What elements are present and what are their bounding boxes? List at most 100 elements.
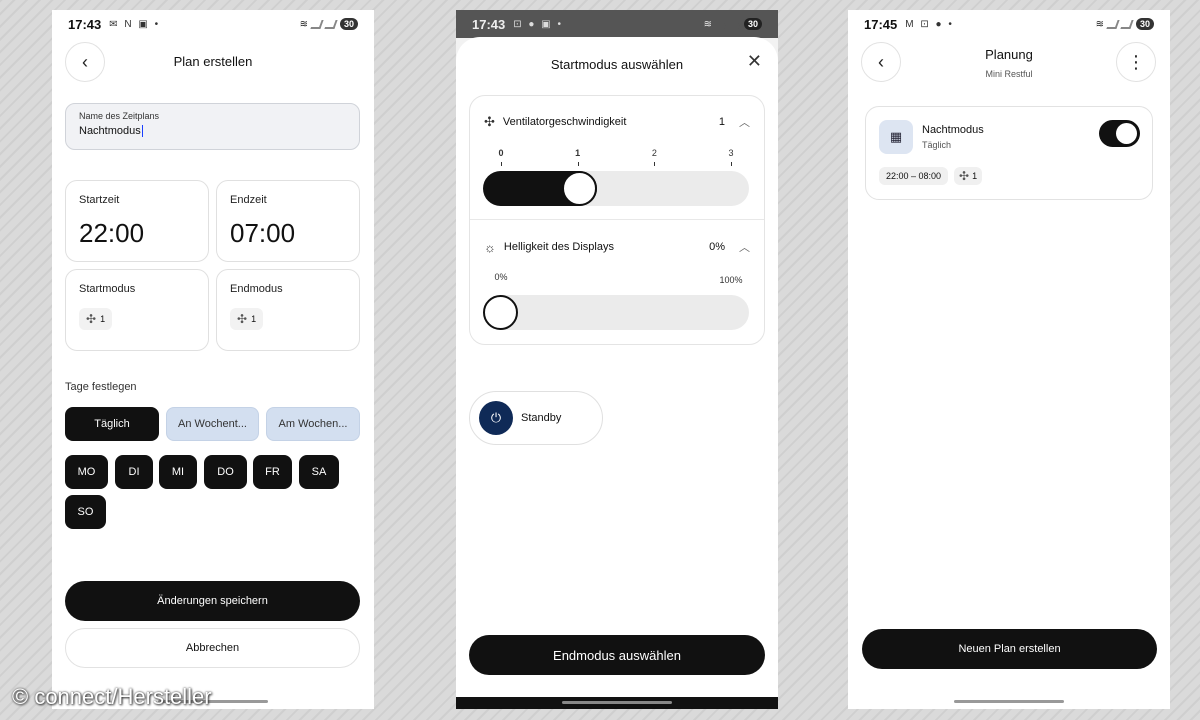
calendar-clock-icon: ▦ (879, 120, 913, 154)
fan-speed-value: 1 (718, 116, 725, 128)
fan-tick-mark (731, 162, 732, 166)
standby-label: Standby (521, 412, 562, 424)
fan-tick-label: 3 (728, 148, 734, 158)
status-time: 17:43 (68, 16, 102, 32)
plan-fan-chip: ✣ 1 (954, 167, 983, 185)
start-time-label: Startzeit (79, 194, 120, 206)
start-mode-chip: ✣ 1 (79, 308, 113, 330)
home-indicator (562, 701, 672, 704)
start-mode-value: 1 (100, 314, 106, 324)
fan-speed-slider[interactable] (483, 171, 749, 206)
end-time-value: 07:00 (230, 218, 296, 248)
end-mode-card[interactable]: Endmodus ✣ 1 (216, 269, 360, 351)
signal-icon (714, 19, 728, 29)
home-indicator (954, 700, 1064, 703)
fan-tick-label: 2 (651, 148, 657, 158)
phone-plan-erstellen: 17:43 ✉ N ▣ • ≋ 30 ‹ Plan erstellen Name… (52, 10, 374, 709)
battery-icon: 30 (339, 18, 358, 30)
status-right: ≋ 30 (1096, 18, 1154, 30)
battery-icon: 30 (1135, 18, 1154, 30)
fan-speed-thumb[interactable] (562, 171, 598, 206)
standby-button[interactable]: ⏻ Standby (469, 391, 603, 445)
power-icon: ⏻ (479, 401, 513, 435)
brightness-label: Helligkeit des Displays (503, 241, 614, 253)
schedule-name-input[interactable]: Nachtmodus (79, 125, 143, 137)
plan-fan-value: 1 (972, 171, 978, 181)
signal-icon (728, 19, 742, 29)
nav-bar (456, 697, 778, 709)
status-bar: 17:43 ⊡ ● ▣ • ≋ 30 (456, 10, 778, 38)
brightness-thumb[interactable] (483, 295, 518, 330)
status-time: 17:45 (864, 16, 898, 32)
wifi-icon: ≋ (1095, 18, 1104, 30)
days-section-label: Tage festlegen (65, 381, 137, 393)
start-time-value: 22:00 (79, 218, 145, 248)
signal-icon (1106, 19, 1120, 29)
status-icons: ⊡ ● ▣ • (513, 18, 563, 30)
fan-speed-header[interactable]: ✣ Ventilatorgeschwindigkeit 1 ︿ (484, 114, 750, 130)
toggle-knob (1116, 123, 1137, 144)
plan-toggle[interactable] (1099, 120, 1140, 147)
fan-icon: ✣ (484, 114, 495, 129)
bottom-sheet: Startmodus auswählen ✕ ✣ Ventilatorgesch… (456, 37, 778, 697)
day-button-sa[interactable]: SA (299, 455, 339, 489)
sheet-title: Startmodus auswählen (550, 57, 684, 72)
plan-card[interactable]: ▦ Nachtmodus Täglich 22:00 – 08:00 ✣ 1 (865, 106, 1153, 200)
cancel-button[interactable]: Abbrechen (65, 628, 360, 668)
schedule-name-label: Name des Zeitplans (79, 111, 160, 121)
fan-tick-mark (501, 162, 502, 166)
tab-taeglich[interactable]: Täglich (65, 407, 159, 441)
close-icon[interactable]: ✕ (747, 51, 762, 72)
new-plan-button[interactable]: Neuen Plan erstellen (862, 629, 1157, 669)
brightness-max-label: 100% (719, 275, 743, 285)
brightness-min-label: 0% (494, 272, 508, 282)
chevron-up-icon: ︿ (739, 117, 750, 129)
brightness-slider[interactable] (483, 295, 749, 330)
more-vertical-icon: ⋮ (1127, 51, 1145, 72)
day-button-do[interactable]: DO (204, 455, 247, 489)
day-button-di[interactable]: DI (115, 455, 153, 489)
status-bar: 17:45 M ⊡ ● • ≋ 30 (848, 10, 1170, 38)
fan-speed-label: Ventilatorgeschwindigkeit (502, 116, 627, 128)
phone-startmodus: 17:43 ⊡ ● ▣ • ≋ 30 Startmodus auswählen … (456, 10, 778, 709)
end-mode-chip: ✣ 1 (230, 308, 264, 330)
day-button-mo[interactable]: MO (65, 455, 108, 489)
fan-tick-mark (654, 162, 656, 166)
day-button-fr[interactable]: FR (253, 455, 292, 489)
wifi-icon: ≋ (703, 18, 712, 30)
phone-planung: 17:45 M ⊡ ● • ≋ 30 ‹ Planung Mini Restfu… (848, 10, 1170, 709)
page-title: Plan erstellen (173, 54, 253, 69)
status-icons: ✉ N ▣ • (109, 18, 161, 30)
fan-icon: ✣ (86, 312, 97, 326)
status-time: 17:43 (472, 16, 506, 32)
fan-icon: ✣ (237, 312, 248, 326)
signal-icon (1120, 19, 1134, 29)
tab-weekdays[interactable]: An Wochent... (166, 407, 259, 441)
day-button-so[interactable]: SO (65, 495, 106, 529)
end-mode-value: 1 (251, 314, 257, 324)
brightness-value: 0% (709, 241, 725, 253)
chevron-up-icon: ︿ (739, 242, 750, 254)
end-time-card[interactable]: Endzeit 07:00 (216, 180, 360, 262)
save-changes-button[interactable]: Änderungen speichern (65, 581, 360, 621)
end-time-label: Endzeit (230, 194, 267, 206)
start-mode-card[interactable]: Startmodus ✣ 1 (65, 269, 209, 351)
select-end-mode-button[interactable]: Endmodus auswählen (469, 635, 765, 675)
start-time-card[interactable]: Startzeit 22:00 (65, 180, 209, 262)
status-right: ≋ 30 (300, 18, 358, 30)
battery-icon: 30 (743, 18, 762, 30)
schedule-name-field[interactable]: Name des Zeitplans Nachtmodus (65, 103, 360, 150)
status-bar: 17:43 ✉ N ▣ • ≋ 30 (52, 10, 374, 38)
end-mode-label: Endmodus (230, 283, 283, 295)
tab-weekend[interactable]: Am Wochen... (266, 407, 360, 441)
brightness-header[interactable]: ☼ Helligkeit des Displays 0% ︿ (484, 239, 750, 255)
start-mode-label: Startmodus (79, 283, 136, 295)
fan-icon: ✣ (959, 169, 970, 183)
fan-tick-label: 1 (575, 148, 581, 158)
status-icons: M ⊡ ● • (905, 18, 954, 30)
status-right: ≋ 30 (704, 18, 762, 30)
divider (470, 219, 764, 220)
day-button-mi[interactable]: MI (159, 455, 197, 489)
wifi-icon: ≋ (299, 18, 308, 30)
more-options-button[interactable]: ⋮ (1116, 42, 1156, 82)
